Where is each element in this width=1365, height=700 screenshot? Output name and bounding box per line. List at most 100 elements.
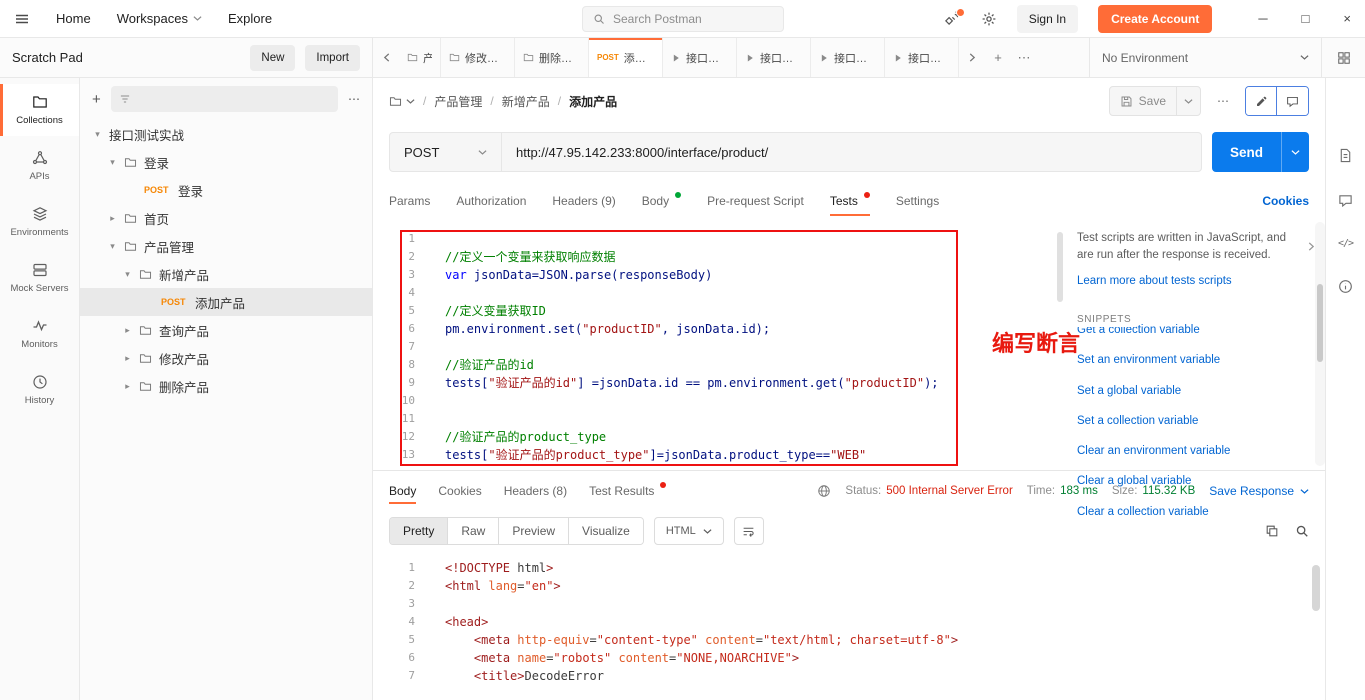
nav-apis[interactable]: APIs [0, 140, 79, 192]
chevron-right-icon[interactable]: ▸ [108, 213, 117, 224]
request-tab-tests[interactable]: Tests [829, 180, 870, 222]
url-input[interactable]: http://47.95.142.233:8000/interface/prod… [502, 145, 1201, 160]
nav-mock-servers[interactable]: Mock Servers [0, 252, 79, 304]
tree-item-folder[interactable]: ▸ 修改产品 [80, 344, 372, 372]
tree-item-request[interactable]: POST 添加产品 [80, 288, 372, 316]
open-tab[interactable]: POST 添加产品 [589, 38, 663, 77]
view-tab-visualize[interactable]: Visualize [569, 518, 643, 544]
tree-item-request[interactable]: POST 登录 [80, 176, 372, 204]
response-tab-body[interactable]: Body [389, 471, 417, 511]
tree-item-folder[interactable]: ▸ 删除产品 [80, 372, 372, 400]
editor-scrollbar[interactable] [1057, 232, 1063, 302]
comment-button[interactable] [1277, 87, 1308, 115]
comments-icon[interactable] [1338, 193, 1353, 208]
wrap-lines-button[interactable] [733, 517, 764, 545]
open-tab[interactable]: 修改产品 [441, 38, 515, 77]
save-button[interactable]: Save [1110, 87, 1176, 115]
code-line[interactable]: 7 <title>DecodeError [387, 667, 1325, 685]
filter-input[interactable] [110, 86, 338, 112]
environment-selector[interactable]: No Environment [1089, 38, 1321, 77]
breadcrumb-item[interactable]: 产品管理 [434, 93, 482, 110]
code-line[interactable]: 9 tests["验证产品的id"] =jsonData.id == pm.env… [387, 374, 1069, 392]
chevron-right-icon[interactable]: ▸ [123, 381, 132, 392]
code-line[interactable]: 10 [387, 392, 1069, 410]
tree-item-folder[interactable]: ▸ 首页 [80, 204, 372, 232]
topnav-home[interactable]: Home [56, 11, 91, 26]
nav-environments[interactable]: Environments [0, 196, 79, 248]
search-response-button[interactable] [1295, 524, 1309, 538]
request-tab-settings[interactable]: Settings [896, 180, 939, 222]
environment-quick-look-button[interactable] [1321, 38, 1365, 77]
code-line[interactable]: 11 [387, 410, 1069, 428]
format-dropdown[interactable]: HTML [653, 517, 724, 545]
request-tab-params[interactable]: Params [389, 180, 430, 222]
chevron-right-icon[interactable]: ▸ [123, 353, 132, 364]
code-line[interactable]: 4 [387, 284, 1069, 302]
request-more-actions-button[interactable]: ⋯ [1213, 94, 1233, 108]
documentation-icon[interactable] [1338, 148, 1353, 163]
window-minimize-button[interactable]: ─ [1258, 11, 1267, 26]
request-tab-headers[interactable]: Headers (9) [552, 180, 615, 222]
collection-menu-button[interactable] [389, 95, 415, 108]
snippet-link[interactable]: Clear a global variable [1077, 473, 1299, 490]
breadcrumb-item[interactable]: 新增产品 [502, 93, 550, 110]
tab-options-button[interactable]: ⋯ [1011, 38, 1037, 77]
request-tab-pre-request-script[interactable]: Pre-request Script [707, 180, 804, 222]
code-line[interactable]: 5//定义变量获取ID [387, 302, 1069, 320]
new-tab-button[interactable]: + [985, 38, 1011, 77]
import-button[interactable]: Import [305, 44, 360, 71]
add-collection-button[interactable]: + [92, 91, 101, 108]
settings-gear-icon[interactable] [981, 11, 997, 27]
copy-response-button[interactable] [1265, 524, 1279, 538]
topnav-explore[interactable]: Explore [228, 11, 272, 26]
code-line[interactable]: 6 <meta name="robots" content="NONE,NOAR… [387, 649, 1325, 667]
open-tab[interactable]: 删除产品 [515, 38, 589, 77]
code-line[interactable]: 7 [387, 338, 1069, 356]
window-close-button[interactable]: × [1343, 11, 1351, 26]
view-tab-preview[interactable]: Preview [499, 518, 570, 544]
code-line[interactable]: 3 var jsonData=JSON.parse(responseBody) [387, 266, 1069, 284]
response-tab-test-results[interactable]: Test Results [589, 471, 667, 511]
tests-code-editor[interactable]: 1 2//定义一个变量来获取响应数据 3 var jsonData=JSON.pars… [373, 222, 1069, 470]
chevron-down-icon[interactable]: ▾ [123, 269, 132, 280]
learn-more-link[interactable]: Learn more about tests scripts [1077, 273, 1299, 290]
tree-item-collection[interactable]: ▾ 接口测试实战 [80, 120, 372, 148]
open-tab[interactable]: 接口测试实战 [663, 38, 737, 77]
tree-item-folder[interactable]: ▾ 产品管理 [80, 232, 372, 260]
code-line[interactable]: 1 [387, 230, 1069, 248]
sidebar-more-button[interactable]: ⋯ [348, 92, 360, 106]
nav-monitors[interactable]: Monitors [0, 308, 79, 360]
request-tab-authorization[interactable]: Authorization [456, 180, 526, 222]
nav-history[interactable]: History [0, 364, 79, 416]
snippet-link[interactable]: Clear a collection variable [1077, 504, 1299, 521]
open-tab[interactable]: 接口测试实战 [737, 38, 811, 77]
menu-icon[interactable] [14, 11, 30, 27]
snippets-scrollbar[interactable] [1315, 222, 1325, 466]
tree-item-folder[interactable]: ▾ 登录 [80, 148, 372, 176]
network-info-icon[interactable] [817, 484, 831, 498]
window-maximize-button[interactable]: □ [1302, 11, 1310, 26]
send-options-button[interactable] [1281, 132, 1309, 172]
tabs-scroll-right-button[interactable] [959, 38, 985, 77]
chevron-down-icon[interactable]: ▾ [108, 157, 117, 168]
code-line[interactable]: 12//验证产品的product_type [387, 428, 1069, 446]
tabs-scroll-left-button[interactable] [373, 38, 399, 77]
method-selector[interactable]: POST [390, 133, 502, 171]
tree-item-folder[interactable]: ▾ 新增产品 [80, 260, 372, 288]
save-options-button[interactable] [1176, 87, 1200, 115]
rename-button[interactable] [1246, 87, 1277, 115]
new-button[interactable]: New [250, 44, 296, 71]
api-network-icon[interactable] [944, 7, 965, 27]
code-line[interactable]: 2 <html lang="en"> [387, 577, 1325, 595]
chevron-down-icon[interactable]: ▾ [108, 241, 117, 252]
create-account-button[interactable]: Create Account [1098, 4, 1213, 33]
response-scrollbar[interactable] [1312, 565, 1320, 611]
snippet-link[interactable]: Set an environment variable [1077, 352, 1299, 369]
code-line[interactable]: 8//验证产品的id [387, 356, 1069, 374]
code-line[interactable]: 2//定义一个变量来获取响应数据 [387, 248, 1069, 266]
info-icon[interactable] [1338, 279, 1353, 294]
code-line[interactable]: 4 <head> [387, 613, 1325, 631]
nav-collections[interactable]: Collections [0, 84, 79, 136]
open-tab[interactable]: 产品管理 [399, 38, 441, 77]
response-body[interactable]: 1 <!DOCTYPE html> 2 <html lang="en"> 3 4 <head… [373, 551, 1325, 685]
